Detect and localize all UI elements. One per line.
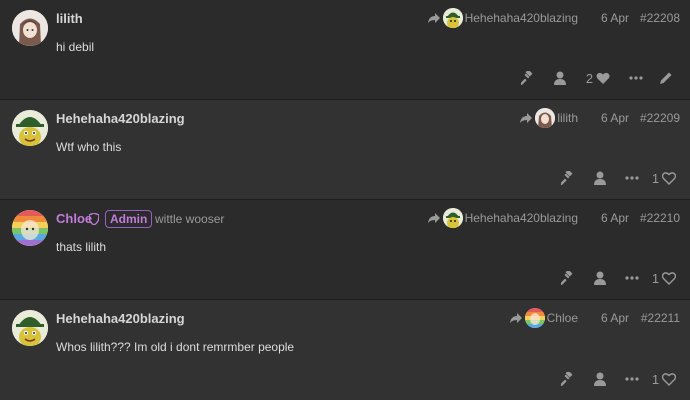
avatar[interactable] (12, 310, 48, 346)
user-title: wittle wooser (155, 212, 225, 226)
share-arrow-icon (509, 313, 522, 323)
post-body: Wtf who this (56, 140, 122, 154)
heart-icon (662, 271, 677, 285)
like-count: 1 (651, 371, 660, 387)
post: Hehehaha420blazing Chloe 6 Apr #22211 Wh… (0, 300, 690, 400)
user-icon[interactable] (584, 269, 616, 287)
post: Hehehaha420blazing lilith 6 Apr #22209 W… (0, 100, 690, 200)
share-arrow-icon (427, 213, 440, 223)
author-name[interactable]: lilith (56, 11, 83, 26)
reply-avatar (442, 208, 463, 228)
post-body: hi debil (56, 40, 95, 54)
post-actions: 1 (552, 169, 680, 187)
post-number[interactable]: #22211 (641, 311, 680, 325)
reply-avatar (535, 108, 556, 128)
heart-icon (596, 72, 610, 84)
author-name[interactable]: Hehehaha420blazing (56, 111, 185, 126)
like-count: 1 (651, 270, 660, 286)
post-number[interactable]: #22210 (640, 211, 680, 225)
reply-to-name: Hehehaha420blazing (464, 11, 578, 25)
post-date[interactable]: 6 Apr (601, 111, 629, 125)
like-button[interactable]: 1 (648, 370, 680, 388)
like-button[interactable]: 1 (648, 169, 680, 187)
reply-avatar (442, 8, 463, 28)
ellipsis-icon[interactable] (616, 269, 648, 287)
post-body: Whos lilith??? Im old i dont remrmber pe… (56, 340, 295, 354)
gavel-icon[interactable] (512, 69, 544, 87)
avatar[interactable] (12, 110, 48, 146)
avatar[interactable] (12, 10, 48, 46)
like-button[interactable]: 1 (648, 269, 680, 287)
gavel-icon[interactable] (552, 370, 584, 388)
author-name[interactable]: Chloe (56, 211, 92, 226)
reply-to[interactable]: lilith (519, 108, 578, 128)
reply-avatar (524, 308, 545, 328)
post-date[interactable]: 6 Apr (601, 211, 629, 225)
pencil-icon[interactable] (652, 69, 680, 87)
reply-to-name: Chloe (546, 311, 578, 325)
post-body: thats lilith (56, 240, 107, 254)
user-icon[interactable] (584, 169, 616, 187)
avatar[interactable] (12, 210, 48, 246)
reply-to[interactable]: Chloe (509, 308, 578, 328)
reply-to[interactable]: Hehehaha420blazing (427, 208, 578, 228)
ellipsis-icon[interactable] (620, 69, 652, 87)
post: Chloe Admin wittle wooser Hehehaha420bla… (0, 200, 690, 300)
share-arrow-icon (427, 13, 440, 23)
post-date[interactable]: 6 Apr (601, 311, 629, 325)
reply-to-name: lilith (557, 111, 578, 125)
gavel-icon[interactable] (552, 269, 584, 287)
gavel-icon[interactable] (552, 169, 584, 187)
like-button[interactable]: 2 (576, 69, 620, 87)
post-actions: 1 (552, 370, 680, 388)
like-count: 2 (585, 70, 594, 86)
like-count: 1 (651, 170, 660, 186)
ellipsis-icon[interactable] (616, 370, 648, 388)
reply-to-name: Hehehaha420blazing (464, 211, 578, 225)
user-icon[interactable] (544, 69, 576, 87)
admin-badge[interactable]: Admin (105, 210, 153, 228)
heart-icon (662, 372, 677, 386)
post-date[interactable]: 6 Apr (601, 11, 629, 25)
share-arrow-icon (520, 113, 533, 123)
author-name[interactable]: Hehehaha420blazing (56, 311, 185, 326)
shield-icon (89, 213, 99, 225)
post-number[interactable]: #22209 (640, 111, 680, 125)
post-actions: 1 (552, 269, 680, 287)
post: lilith Hehehaha420blazing 6 Apr #22208 h… (0, 0, 690, 100)
heart-icon (662, 171, 677, 185)
post-actions: 2 (512, 69, 680, 87)
ellipsis-icon[interactable] (616, 169, 648, 187)
post-number[interactable]: #22208 (640, 11, 680, 25)
reply-to[interactable]: Hehehaha420blazing (427, 8, 578, 28)
user-icon[interactable] (584, 370, 616, 388)
